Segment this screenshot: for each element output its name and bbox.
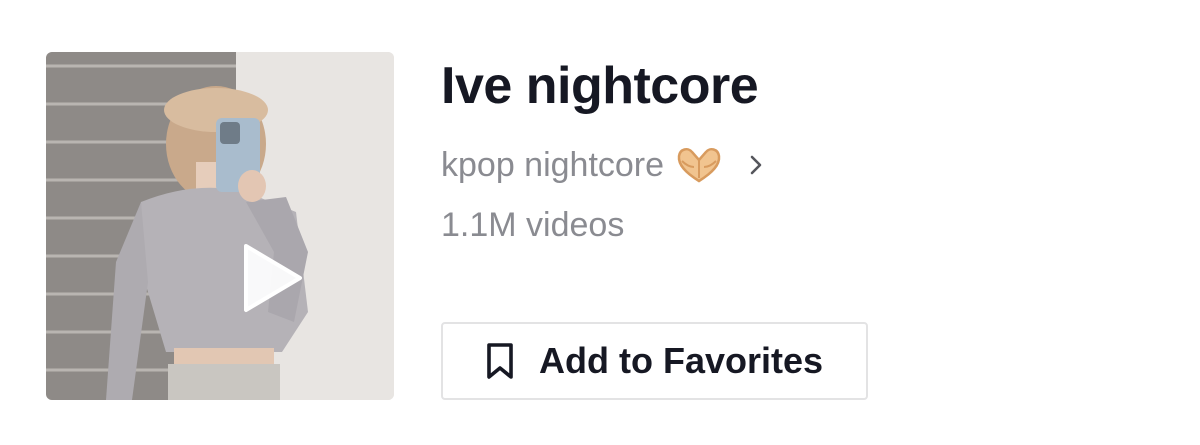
chevron-right-icon[interactable] [748,153,764,177]
creator-name[interactable]: kpop nightcore [441,146,664,185]
video-count: 1.1M videos [441,206,625,244]
add-to-favorites-label: Add to Favorites [539,340,824,381]
play-icon[interactable] [240,242,304,314]
bookmark-icon [487,343,513,379]
cover-photo [46,52,394,400]
sound-title: Ive nightcore [441,57,759,115]
heart-hands-icon [677,147,721,183]
sound-cover-thumbnail[interactable] [46,52,394,400]
creator-link[interactable]: kpop nightcore [441,143,764,187]
add-to-favorites-button[interactable]: Add to Favorites [441,322,868,400]
